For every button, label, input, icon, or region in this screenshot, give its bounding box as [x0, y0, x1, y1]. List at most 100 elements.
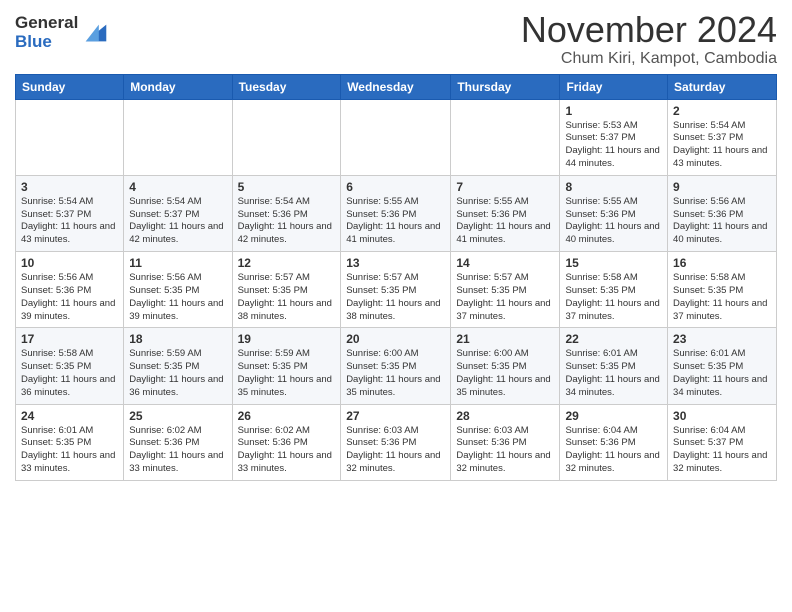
calendar-cell: 7Sunrise: 5:55 AM Sunset: 5:36 PM Daylig…	[451, 175, 560, 251]
calendar-cell: 19Sunrise: 5:59 AM Sunset: 5:35 PM Dayli…	[232, 328, 341, 404]
day-number: 30	[673, 409, 771, 423]
calendar-week-row: 24Sunrise: 6:01 AM Sunset: 5:35 PM Dayli…	[16, 404, 777, 480]
logo-text: General Blue	[15, 14, 110, 51]
calendar-cell: 4Sunrise: 5:54 AM Sunset: 5:37 PM Daylig…	[124, 175, 232, 251]
day-number: 8	[565, 180, 662, 194]
day-number: 21	[456, 332, 554, 346]
calendar-cell: 27Sunrise: 6:03 AM Sunset: 5:36 PM Dayli…	[341, 404, 451, 480]
day-info: Sunrise: 5:53 AM Sunset: 5:37 PM Dayligh…	[565, 120, 662, 171]
calendar-cell: 17 Sunrise: 5:58 AM Sunset: 5:35 PM Dayli…	[16, 328, 124, 404]
day-info: Sunrise: 6:00 AM Sunset: 5:35 PM Dayligh…	[456, 348, 554, 399]
calendar-cell: 15Sunrise: 5:58 AM Sunset: 5:35 PM Dayli…	[560, 252, 668, 328]
logo-icon	[82, 19, 110, 47]
day-number: 24	[21, 409, 118, 423]
day-number: 4	[129, 180, 226, 194]
day-number: 6	[346, 180, 445, 194]
calendar-cell: 3 Sunrise: 5:54 AM Sunset: 5:37 PM Daylig…	[16, 175, 124, 251]
day-number: 16	[673, 256, 771, 270]
calendar-cell: 28 Sunrise: 6:03 AM Sunset: 5:36 PM Dayli…	[451, 404, 560, 480]
day-number: 13	[346, 256, 445, 270]
calendar-day-header: Friday	[560, 74, 668, 99]
calendar-header-row: SundayMondayTuesdayWednesdayThursdayFrid…	[16, 74, 777, 99]
calendar-cell: 30 Sunrise: 6:04 AM Sunset: 5:37 PM Dayli…	[668, 404, 777, 480]
calendar-cell: 16Sunrise: 5:58 AM Sunset: 5:35 PM Dayli…	[668, 252, 777, 328]
calendar-day-header: Wednesday	[341, 74, 451, 99]
calendar-cell: 24Sunrise: 6:01 AM Sunset: 5:35 PM Dayli…	[16, 404, 124, 480]
calendar-day-header: Tuesday	[232, 74, 341, 99]
day-info: Sunrise: 5:59 AM Sunset: 5:35 PM Dayligh…	[238, 348, 336, 399]
day-number: 17	[21, 332, 118, 346]
day-info: Sunrise: 5:57 AM Sunset: 5:35 PM Dayligh…	[456, 272, 554, 323]
day-info: Sunrise: 6:02 AM Sunset: 5:36 PM Dayligh…	[129, 425, 226, 476]
calendar-day-header: Monday	[124, 74, 232, 99]
day-number: 20	[346, 332, 445, 346]
day-number: 18	[129, 332, 226, 346]
day-number: 3	[21, 180, 118, 194]
day-info: Sunrise: 5:56 AM Sunset: 5:35 PM Dayligh…	[129, 272, 226, 323]
title-area: November 2024 Chum Kiri, Kampot, Cambodi…	[521, 10, 777, 68]
calendar-cell: 11 Sunrise: 5:56 AM Sunset: 5:35 PM Dayli…	[124, 252, 232, 328]
calendar-day-header: Sunday	[16, 74, 124, 99]
day-number: 2	[673, 104, 771, 118]
calendar-cell: 22 Sunrise: 6:01 AM Sunset: 5:35 PM Dayli…	[560, 328, 668, 404]
location-subtitle: Chum Kiri, Kampot, Cambodia	[521, 50, 777, 68]
day-info: Sunrise: 5:56 AM Sunset: 5:36 PM Dayligh…	[673, 196, 771, 247]
calendar-cell: 10 Sunrise: 5:56 AM Sunset: 5:36 PM Dayli…	[16, 252, 124, 328]
day-number: 25	[129, 409, 226, 423]
day-info: Sunrise: 5:56 AM Sunset: 5:36 PM Dayligh…	[21, 272, 118, 323]
day-number: 10	[21, 256, 118, 270]
day-number: 9	[673, 180, 771, 194]
day-info: Sunrise: 5:55 AM Sunset: 5:36 PM Dayligh…	[346, 196, 445, 247]
day-number: 12	[238, 256, 336, 270]
day-number: 14	[456, 256, 554, 270]
calendar-cell	[451, 99, 560, 175]
calendar-week-row: 3 Sunrise: 5:54 AM Sunset: 5:37 PM Daylig…	[16, 175, 777, 251]
day-number: 22	[565, 332, 662, 346]
calendar-cell: 2 Sunrise: 5:54 AM Sunset: 5:37 PM Daylig…	[668, 99, 777, 175]
calendar-cell: 5 Sunrise: 5:54 AM Sunset: 5:36 PM Daylig…	[232, 175, 341, 251]
day-info: Sunrise: 6:01 AM Sunset: 5:35 PM Dayligh…	[673, 348, 771, 399]
month-title: November 2024	[521, 10, 777, 50]
day-info: Sunrise: 5:58 AM Sunset: 5:35 PM Dayligh…	[565, 272, 662, 323]
day-info: Sunrise: 6:03 AM Sunset: 5:36 PM Dayligh…	[346, 425, 445, 476]
day-info: Sunrise: 6:02 AM Sunset: 5:36 PM Dayligh…	[238, 425, 336, 476]
day-number: 5	[238, 180, 336, 194]
day-number: 29	[565, 409, 662, 423]
calendar-table: SundayMondayTuesdayWednesdayThursdayFrid…	[15, 74, 777, 481]
day-number: 28	[456, 409, 554, 423]
day-info: Sunrise: 6:04 AM Sunset: 5:37 PM Dayligh…	[673, 425, 771, 476]
day-number: 26	[238, 409, 336, 423]
day-info: Sunrise: 6:03 AM Sunset: 5:36 PM Dayligh…	[456, 425, 554, 476]
calendar-cell: 29Sunrise: 6:04 AM Sunset: 5:36 PM Dayli…	[560, 404, 668, 480]
calendar-week-row: 10 Sunrise: 5:56 AM Sunset: 5:36 PM Dayli…	[16, 252, 777, 328]
calendar-cell: 23 Sunrise: 6:01 AM Sunset: 5:35 PM Dayli…	[668, 328, 777, 404]
day-number: 23	[673, 332, 771, 346]
calendar-cell: 26 Sunrise: 6:02 AM Sunset: 5:36 PM Dayli…	[232, 404, 341, 480]
day-info: Sunrise: 5:55 AM Sunset: 5:36 PM Dayligh…	[565, 196, 662, 247]
calendar-week-row: 1Sunrise: 5:53 AM Sunset: 5:37 PM Daylig…	[16, 99, 777, 175]
calendar-cell: 6 Sunrise: 5:55 AM Sunset: 5:36 PM Daylig…	[341, 175, 451, 251]
logo-line1: General	[15, 14, 78, 33]
calendar-cell: 13 Sunrise: 5:57 AM Sunset: 5:35 PM Dayli…	[341, 252, 451, 328]
day-number: 11	[129, 256, 226, 270]
day-info: Sunrise: 5:54 AM Sunset: 5:36 PM Dayligh…	[238, 196, 336, 247]
calendar-cell: 12 Sunrise: 5:57 AM Sunset: 5:35 PM Dayli…	[232, 252, 341, 328]
calendar-cell: 21 Sunrise: 6:00 AM Sunset: 5:35 PM Dayli…	[451, 328, 560, 404]
day-info: Sunrise: 5:54 AM Sunset: 5:37 PM Dayligh…	[673, 120, 771, 171]
day-info: Sunrise: 5:57 AM Sunset: 5:35 PM Dayligh…	[346, 272, 445, 323]
logo-line2: Blue	[15, 33, 78, 52]
calendar-day-header: Thursday	[451, 74, 560, 99]
page: General Blue November 2024 Chum Kiri, Ka…	[0, 0, 792, 612]
day-info: Sunrise: 5:57 AM Sunset: 5:35 PM Dayligh…	[238, 272, 336, 323]
day-info: Sunrise: 5:54 AM Sunset: 5:37 PM Dayligh…	[21, 196, 118, 247]
calendar-cell: 8 Sunrise: 5:55 AM Sunset: 5:36 PM Daylig…	[560, 175, 668, 251]
calendar-cell: 25 Sunrise: 6:02 AM Sunset: 5:36 PM Dayli…	[124, 404, 232, 480]
day-info: Sunrise: 6:00 AM Sunset: 5:35 PM Dayligh…	[346, 348, 445, 399]
calendar-cell	[341, 99, 451, 175]
day-info: Sunrise: 5:58 AM Sunset: 5:35 PM Dayligh…	[21, 348, 118, 399]
calendar-cell: 14 Sunrise: 5:57 AM Sunset: 5:35 PM Dayli…	[451, 252, 560, 328]
day-info: Sunrise: 5:59 AM Sunset: 5:35 PM Dayligh…	[129, 348, 226, 399]
calendar-day-header: Saturday	[668, 74, 777, 99]
day-info: Sunrise: 6:01 AM Sunset: 5:35 PM Dayligh…	[565, 348, 662, 399]
day-number: 7	[456, 180, 554, 194]
